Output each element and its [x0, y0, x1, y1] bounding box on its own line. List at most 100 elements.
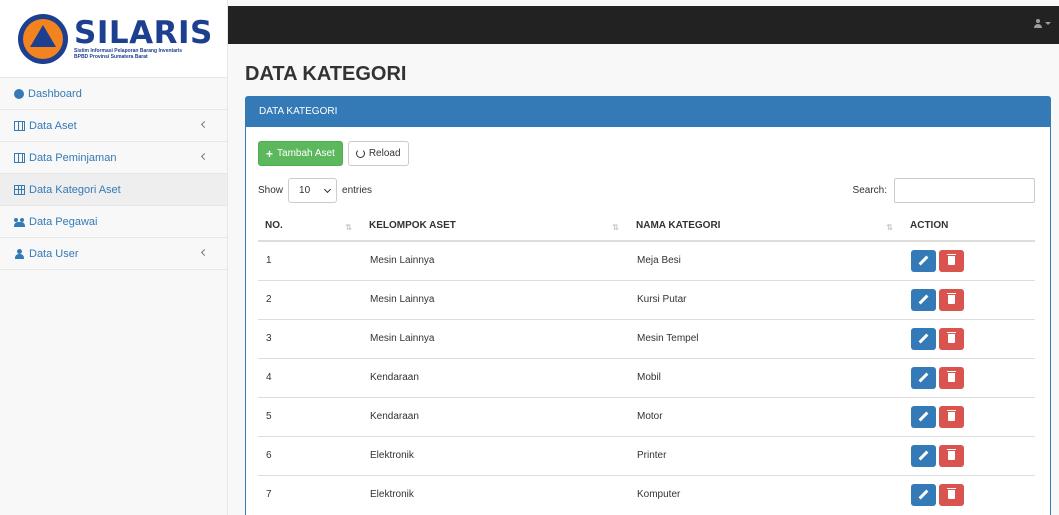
show-label: Show	[258, 185, 284, 196]
top-navbar	[228, 6, 1059, 44]
brand-subtitle-org: BPBD Provinsi Sumatera Barat	[74, 53, 148, 60]
sidebar-item-data-aset[interactable]: Data Aset	[0, 110, 227, 142]
cell-action	[903, 279, 1035, 319]
cell-nama-kategori: Mobil	[629, 357, 903, 397]
sidebar-item-data-user[interactable]: Data User	[0, 238, 227, 270]
delete-button[interactable]	[939, 327, 964, 350]
delete-button[interactable]	[939, 405, 964, 428]
pencil-icon	[918, 489, 929, 500]
edit-button[interactable]	[911, 483, 936, 506]
sort-icon: ⇅	[612, 223, 619, 232]
pencil-icon	[918, 255, 929, 266]
chevron-left-icon	[200, 152, 209, 161]
grid-icon	[14, 184, 25, 195]
cell-kelompok-aset: Elektronik	[362, 474, 629, 514]
table-row: 7 Elektronik Komputer	[258, 474, 1035, 514]
trash-icon	[947, 409, 956, 421]
cell-kelompok-aset: Kendaraan	[362, 396, 629, 436]
cell-nama-kategori: Meja Besi	[629, 240, 903, 280]
search-input[interactable]	[894, 178, 1035, 203]
panel-heading: DATA KATEGORI	[246, 97, 1050, 127]
edit-button[interactable]	[911, 327, 936, 350]
trash-icon	[947, 253, 956, 265]
entries-select[interactable]: 10	[288, 178, 338, 203]
trash-icon	[947, 370, 956, 382]
sidebar-item-label: Dashboard	[28, 87, 82, 100]
cell-kelompok-aset: Kendaraan	[362, 357, 629, 397]
entries-length-control: Show 10 entries	[258, 178, 372, 203]
table-row: 5 Kendaraan Motor	[258, 396, 1035, 436]
cell-nama-kategori: Motor	[629, 396, 903, 436]
cell-kelompok-aset: Mesin Lainnya	[362, 279, 629, 319]
sidebar-item-data-pegawai[interactable]: Data Pegawai	[0, 206, 227, 238]
cell-kelompok-aset: Mesin Lainnya	[362, 318, 629, 358]
delete-button[interactable]	[939, 444, 964, 467]
cell-kelompok-aset: Elektronik	[362, 435, 629, 475]
pencil-icon	[918, 294, 929, 304]
delete-button[interactable]	[939, 249, 964, 272]
user-menu-dropdown[interactable]	[1034, 19, 1051, 28]
cell-nama-kategori: Kursi Putar	[629, 279, 903, 319]
cell-no: 1	[258, 240, 362, 280]
cell-no: 4	[258, 357, 362, 397]
edit-button[interactable]	[911, 288, 936, 311]
table-row: 1 Mesin Lainnya Meja Besi	[258, 240, 1035, 280]
sidebar-item-label: Data Pegawai	[29, 215, 98, 228]
cell-action	[903, 474, 1035, 514]
column-header-kelompok-aset[interactable]: KELOMPOK ASET ⇅	[362, 211, 629, 242]
sidebar-item-data-peminjaman[interactable]: Data Peminjaman	[0, 142, 227, 174]
edit-button[interactable]	[911, 366, 936, 389]
brand-logo[interactable]: SILARIS Sistim Informasi Pelaporan Baran…	[0, 0, 227, 78]
column-header-no[interactable]: NO. ⇅	[258, 211, 362, 242]
edit-button[interactable]	[911, 405, 936, 428]
users-icon	[14, 217, 25, 227]
delete-button[interactable]	[939, 366, 964, 389]
table-header-row: NO. ⇅ KELOMPOK ASET ⇅ NAMA KATEGORI ⇅ ACTIO…	[258, 211, 1035, 242]
cell-action	[903, 318, 1035, 358]
reload-button[interactable]: Reload	[347, 141, 409, 166]
sort-icon: ⇅	[886, 223, 893, 232]
cell-action	[903, 396, 1035, 436]
entries-label: entries	[342, 185, 373, 196]
add-asset-button[interactable]: + Tambah Aset	[258, 141, 343, 166]
page-title: DATA KATEGORI	[245, 63, 407, 85]
chevron-left-icon	[200, 248, 209, 257]
table-search: Search:	[853, 178, 1035, 203]
sidebar-item-dashboard[interactable]: Dashboard	[0, 78, 227, 110]
action-toolbar: + Tambah Aset Reload	[258, 141, 409, 166]
sidebar-item-label: Data Aset	[29, 119, 77, 132]
search-label: Search:	[852, 185, 887, 196]
column-header-nama-kategori[interactable]: NAMA KATEGORI ⇅	[629, 211, 903, 242]
delete-button[interactable]	[939, 483, 964, 506]
pencil-icon	[918, 372, 929, 382]
bpbd-emblem-icon	[18, 13, 68, 64]
refresh-icon	[355, 149, 365, 158]
cell-no: 2	[258, 279, 362, 319]
table-row: 3 Mesin Lainnya Mesin Tempel	[258, 318, 1035, 358]
user-icon	[1034, 19, 1042, 28]
cell-no: 6	[258, 435, 362, 475]
trash-icon	[947, 448, 956, 460]
sidebar: SILARIS Sistim Informasi Pelaporan Baran…	[0, 0, 228, 515]
caret-down-icon	[1045, 22, 1051, 25]
sidebar-item-label: Data Kategori Aset	[29, 183, 121, 196]
table-row: 6 Elektronik Printer	[258, 435, 1035, 475]
edit-button[interactable]	[911, 249, 936, 272]
pencil-icon	[918, 450, 929, 460]
cell-no: 7	[258, 474, 362, 514]
delete-button[interactable]	[939, 288, 964, 311]
sidebar-item-data-kategori-aset[interactable]: Data Kategori Aset	[0, 174, 227, 206]
column-header-action: ACTION	[903, 211, 1035, 242]
cell-no: 3	[258, 318, 362, 358]
sidebar-item-label: Data User	[29, 247, 79, 260]
trash-icon	[947, 487, 956, 499]
chevron-left-icon	[200, 120, 209, 129]
user-icon	[14, 248, 25, 259]
category-table: NO. ⇅ KELOMPOK ASET ⇅ NAMA KATEGORI ⇅ ACTIO…	[258, 211, 1035, 514]
sidebar-item-label: Data Peminjaman	[29, 151, 117, 164]
category-panel: DATA KATEGORI + Tambah Aset Reload Show …	[245, 96, 1051, 515]
cell-nama-kategori: Komputer	[629, 474, 903, 514]
edit-button[interactable]	[911, 444, 936, 467]
cell-action	[903, 357, 1035, 397]
cell-nama-kategori: Mesin Tempel	[629, 318, 903, 358]
